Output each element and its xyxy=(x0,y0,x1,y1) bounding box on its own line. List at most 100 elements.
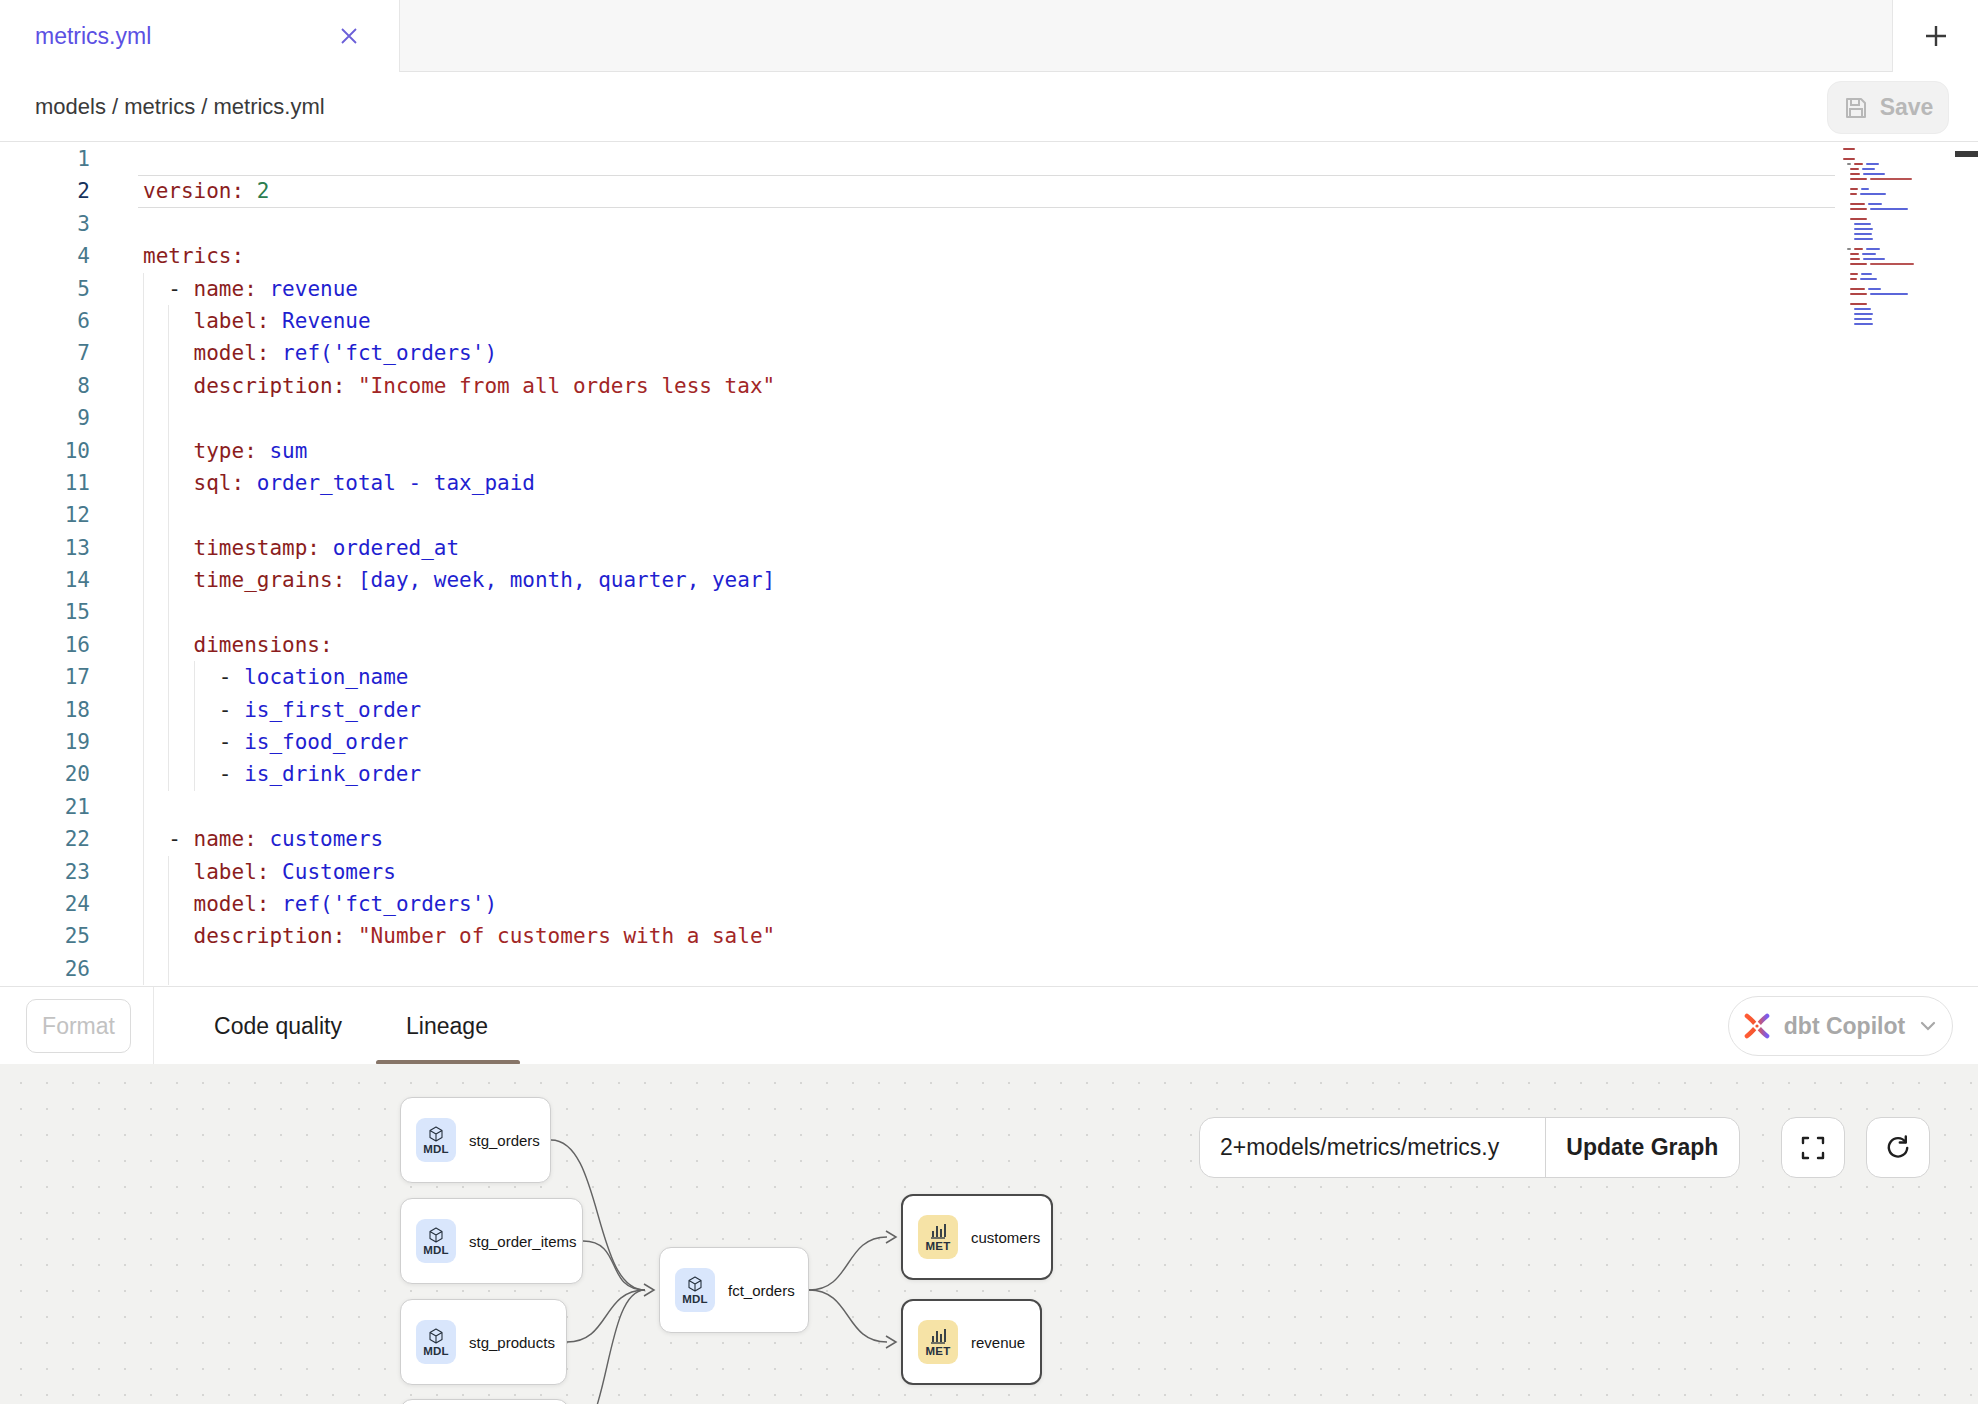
code-line-4[interactable]: 4metrics: xyxy=(0,240,1840,272)
code-text: metrics: xyxy=(143,240,244,272)
app-window: metrics.yml models / metrics / metrics.y… xyxy=(0,0,1978,1404)
lineage-node-stg_products[interactable]: MDL stg_products xyxy=(400,1299,567,1385)
line-number: 17 xyxy=(0,661,90,693)
line-number: 3 xyxy=(0,208,90,240)
code-line-9[interactable]: 9 xyxy=(0,402,1840,434)
line-number: 19 xyxy=(0,726,90,758)
code-line-17[interactable]: 17 - location_name xyxy=(0,661,1840,693)
copilot-label: dbt Copilot xyxy=(1784,1013,1905,1040)
code-line-2[interactable]: 2 version: 2 xyxy=(0,175,1840,207)
node-label: stg_order_items xyxy=(469,1233,577,1250)
indent-guide xyxy=(168,953,169,985)
line-number: 25 xyxy=(0,920,90,952)
refresh-icon xyxy=(1883,1133,1913,1163)
code-line-10[interactable]: 10 type: sum xyxy=(0,435,1840,467)
toolbar-divider xyxy=(153,987,154,1065)
code-line-21[interactable]: 21 xyxy=(0,791,1840,823)
code-editor[interactable]: 12version: 234metrics:5 - name: revenue6… xyxy=(0,143,1978,986)
minimap[interactable] xyxy=(1843,146,1953,526)
line-number: 16 xyxy=(0,629,90,661)
line-number: 14 xyxy=(0,564,90,596)
code-text: label: Customers xyxy=(143,856,396,888)
code-text: version: 2 xyxy=(143,175,269,207)
code-line-14[interactable]: 14 time_grains: [day, week, month, quart… xyxy=(0,564,1840,596)
line-number: 20 xyxy=(0,758,90,790)
code-text: model: ref('fct_orders') xyxy=(143,337,497,369)
lineage-node-fct_orders[interactable]: MDLfct_orders xyxy=(659,1247,809,1333)
lineage-node-stg_orders[interactable]: MDLstg_orders xyxy=(400,1097,551,1183)
tab-lineage[interactable]: Lineage xyxy=(406,987,488,1065)
code-text: - is_first_order xyxy=(143,694,421,726)
node-label: customers xyxy=(971,1229,1040,1246)
indent-guide xyxy=(143,402,144,434)
save-icon xyxy=(1843,95,1869,121)
code-line-7[interactable]: 7 model: ref('fct_orders') xyxy=(0,337,1840,369)
code-line-19[interactable]: 19 - is_food_order xyxy=(0,726,1840,758)
code-line-13[interactable]: 13 timestamp: ordered_at xyxy=(0,532,1840,564)
code-text: dimensions: xyxy=(143,629,333,661)
code-line-22[interactable]: 22 - name: customers xyxy=(0,823,1840,855)
format-button[interactable]: Format xyxy=(26,999,131,1053)
new-tab-button[interactable] xyxy=(1892,0,1978,72)
model-icon: MDL xyxy=(416,1118,456,1162)
code-text: description: "Income from all orders les… xyxy=(143,370,775,402)
code-line-20[interactable]: 20 - is_drink_order xyxy=(0,758,1840,790)
code-text: - name: revenue xyxy=(143,273,358,305)
code-line-18[interactable]: 18 - is_first_order xyxy=(0,694,1840,726)
dbt-copilot-button[interactable]: dbt Copilot xyxy=(1728,996,1953,1056)
indent-guide xyxy=(143,953,144,985)
line-number: 12 xyxy=(0,499,90,531)
code-line-1[interactable]: 1 xyxy=(0,143,1840,175)
line-number: 6 xyxy=(0,305,90,337)
code-line-25[interactable]: 25 description: "Number of customers wit… xyxy=(0,920,1840,952)
line-number: 2 xyxy=(0,175,90,207)
tab-bar: metrics.yml xyxy=(0,0,1978,72)
code-line-11[interactable]: 11 sql: order_total - tax_paid xyxy=(0,467,1840,499)
code-text: model: ref('fct_orders') xyxy=(143,888,497,920)
update-graph-button[interactable]: Update Graph xyxy=(1545,1118,1739,1177)
indent-guide xyxy=(143,596,144,628)
code-line-3[interactable]: 3 xyxy=(0,208,1840,240)
dbt-copilot-icon xyxy=(1742,1011,1772,1041)
code-line-8[interactable]: 8 description: "Income from all orders l… xyxy=(0,370,1840,402)
code-text: label: Revenue xyxy=(143,305,371,337)
code-line-26[interactable]: 26 xyxy=(0,953,1840,985)
model-icon: MDL xyxy=(416,1320,456,1364)
indent-guide xyxy=(168,402,169,434)
breadcrumb: models / metrics / metrics.yml xyxy=(35,94,325,120)
lineage-node-revenue[interactable]: METrevenue xyxy=(901,1299,1042,1385)
lineage-selector-input[interactable] xyxy=(1200,1118,1545,1177)
code-line-12[interactable]: 12 xyxy=(0,499,1840,531)
code-line-15[interactable]: 15 xyxy=(0,596,1840,628)
line-number: 5 xyxy=(0,273,90,305)
code-line-6[interactable]: 6 label: Revenue xyxy=(0,305,1840,337)
node-label: stg_products xyxy=(469,1334,555,1351)
fullscreen-button[interactable] xyxy=(1781,1117,1845,1178)
code-line-24[interactable]: 24 model: ref('fct_orders') xyxy=(0,888,1840,920)
node-label: revenue xyxy=(971,1334,1025,1351)
code-line-5[interactable]: 5 - name: revenue xyxy=(0,273,1840,305)
lineage-node-hidden_model[interactable]: MDL xyxy=(400,1399,569,1404)
refresh-button[interactable] xyxy=(1866,1117,1930,1178)
indent-guide xyxy=(143,791,144,823)
close-icon[interactable] xyxy=(337,24,361,48)
line-number: 24 xyxy=(0,888,90,920)
model-icon: MDL xyxy=(416,1219,456,1263)
code-text: - location_name xyxy=(143,661,409,693)
scrollbar-handle[interactable] xyxy=(1955,151,1978,157)
code-line-16[interactable]: 16 dimensions: xyxy=(0,629,1840,661)
tab-metrics-yml[interactable]: metrics.yml xyxy=(0,0,400,73)
code-line-23[interactable]: 23 label: Customers xyxy=(0,856,1840,888)
code-text: - is_food_order xyxy=(143,726,409,758)
plus-icon xyxy=(1921,21,1951,51)
node-label: fct_orders xyxy=(728,1282,795,1299)
lineage-node-stg_order_items[interactable]: MDL stg_order_items xyxy=(400,1198,583,1284)
line-number: 13 xyxy=(0,532,90,564)
save-button[interactable]: Save xyxy=(1827,81,1949,134)
lineage-panel[interactable]: MDLstg_ordersMDLstg_order_itemsMDLstg_pr… xyxy=(0,1064,1978,1404)
tab-code-quality[interactable]: Code quality xyxy=(209,987,347,1065)
indent-guide xyxy=(168,499,169,531)
line-number: 23 xyxy=(0,856,90,888)
line-number: 10 xyxy=(0,435,90,467)
lineage-node-customers[interactable]: METcustomers xyxy=(901,1194,1053,1280)
